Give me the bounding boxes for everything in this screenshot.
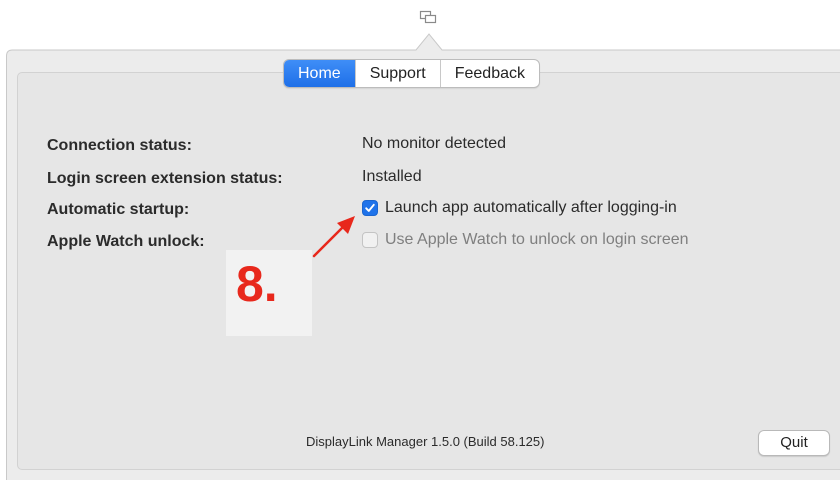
apple-watch-unlock-checkbox[interactable]	[362, 232, 378, 248]
connection-status-value: No monitor detected	[362, 135, 507, 152]
automatic-startup-checkbox-row[interactable]: Launch app automatically after logging-i…	[362, 199, 677, 217]
tab-home[interactable]: Home	[284, 60, 355, 87]
login-extension-status-value: Installed	[362, 168, 422, 185]
tab-bar: Home Support Feedback	[283, 59, 540, 88]
displaylink-manager-window: Home Support Feedback Connection status:…	[0, 0, 840, 480]
apple-watch-unlock-checkbox-row[interactable]: Use Apple Watch to unlock on login scree…	[362, 231, 689, 249]
apple-watch-unlock-option-label: Use Apple Watch to unlock on login scree…	[385, 231, 689, 248]
automatic-startup-label: Automatic startup:	[47, 201, 190, 218]
version-text: DisplayLink Manager 1.5.0 (Build 58.125)	[306, 434, 545, 449]
login-extension-status-label: Login screen extension status:	[47, 170, 283, 187]
automatic-startup-checkbox[interactable]	[362, 200, 378, 216]
content-panel	[17, 72, 840, 470]
connection-status-label: Connection status:	[47, 137, 192, 154]
automatic-startup-option-label: Launch app automatically after logging-i…	[385, 199, 677, 216]
checkmark-icon	[365, 203, 375, 212]
quit-button[interactable]: Quit	[758, 430, 830, 456]
tab-support[interactable]: Support	[354, 60, 440, 87]
tab-feedback[interactable]: Feedback	[439, 60, 539, 87]
apple-watch-unlock-label: Apple Watch unlock:	[47, 233, 205, 250]
annotation-arrow-icon	[312, 216, 355, 258]
displaylink-menubar-icon[interactable]	[419, 9, 439, 25]
step-number-annotation: 8.	[236, 256, 278, 312]
